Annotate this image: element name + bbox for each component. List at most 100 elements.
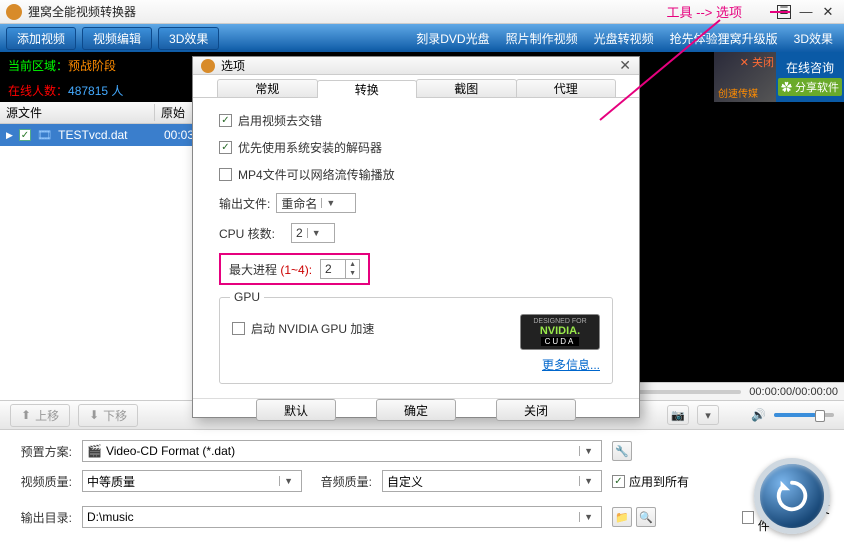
open-folder-icon[interactable]: 🔍 <box>636 507 656 527</box>
banner-image: ✕ 关闭 创速传媒 <box>714 52 776 102</box>
snapshot-dropdown[interactable]: ▾ <box>697 405 719 425</box>
gpu-fieldset: GPU DESIGNED FOR NVIDIA. CUDA 启动 NVIDIA … <box>219 297 613 384</box>
dialog-close-icon[interactable]: ✕ <box>619 57 631 74</box>
chevron-down-icon: ▼ <box>579 512 597 522</box>
vq-label: 视频质量: <box>12 473 72 490</box>
vq-combo[interactable]: 中等质量▼ <box>82 470 302 492</box>
expand-icon: ▶ <box>6 130 13 141</box>
apply-all-checkbox[interactable] <box>612 475 625 488</box>
vcd-icon: 🎬 <box>87 444 102 458</box>
app-logo <box>6 4 22 20</box>
chevron-down-icon: ▼ <box>307 228 321 238</box>
tab-general[interactable]: 常规 <box>217 79 318 97</box>
dialog-logo <box>201 59 215 73</box>
chevron-down-icon: ▼ <box>579 446 597 456</box>
close-dialog-button[interactable]: 关闭 <box>496 399 576 421</box>
move-down-button[interactable]: ⬇下移 <box>78 404 138 427</box>
close-button[interactable]: ✕ <box>818 4 838 20</box>
more-info-link[interactable]: 更多信息... <box>542 356 600 373</box>
mp4-stream-label: MP4文件可以网络流传输播放 <box>238 166 395 183</box>
volume-slider[interactable] <box>774 413 834 417</box>
apply-all-label: 应用到所有 <box>629 473 689 490</box>
settings-panel: 预置方案: 🎬Video-CD Format (*.dat)▼ 🔧 视频质量: … <box>0 430 844 540</box>
fx-button[interactable]: 3D效果 <box>158 27 219 50</box>
consult-label: 在线咨询 <box>786 59 834 76</box>
aq-label: 音频质量: <box>312 473 372 490</box>
volume-icon[interactable]: 🔊 <box>751 408 766 422</box>
tab-convert[interactable]: 转换 <box>317 80 418 98</box>
col-source[interactable]: 源文件 <box>0 104 155 121</box>
banner-cs: 创速传媒 <box>718 85 758 100</box>
minimize-button[interactable]: — <box>796 4 816 20</box>
ok-button[interactable]: 确定 <box>376 399 456 421</box>
gpu-checkbox[interactable] <box>232 322 245 335</box>
dialog-tabs: 常规 转换 截图 代理 <box>193 75 639 98</box>
online-label: 在线人数： <box>8 84 68 98</box>
cuda-badge: DESIGNED FOR NVIDIA. CUDA <box>520 314 600 350</box>
deinterlace-label: 启用视频去交错 <box>238 112 322 129</box>
convert-button[interactable] <box>754 458 830 534</box>
snapshot-button[interactable]: 📷 <box>667 405 689 425</box>
menu-upgrade[interactable]: 抢先体验狸窝升级版 <box>665 30 783 47</box>
dialog-buttons: 默认 确定 关闭 <box>193 398 639 421</box>
gpu-legend: GPU <box>230 290 264 304</box>
share-button[interactable]: ✿ 分享软件 <box>778 78 842 96</box>
up-icon: ⬆ <box>21 408 31 422</box>
spin-up-icon[interactable]: ▲ <box>346 260 359 269</box>
tab-screenshot[interactable]: 截图 <box>416 79 517 97</box>
cpu-cores-label: CPU 核数: <box>219 225 275 242</box>
gpu-label: 启动 NVIDIA GPU 加速 <box>251 320 374 337</box>
film-icon: 🎞 <box>37 128 52 142</box>
preset-combo[interactable]: 🎬Video-CD Format (*.dat)▼ <box>82 440 602 462</box>
down-icon: ⬇ <box>89 408 99 422</box>
options-icon[interactable]: ☰ <box>774 4 794 20</box>
spin-down-icon[interactable]: ▼ <box>346 269 359 278</box>
menu-disc-to-video[interactable]: 光盘转视频 <box>589 30 659 47</box>
add-video-button[interactable]: 添加视频 <box>6 27 76 50</box>
file-checkbox[interactable]: ✓ <box>19 129 31 141</box>
edit-video-button[interactable]: 视频编辑 <box>82 27 152 50</box>
preset-settings-icon[interactable]: 🔧 <box>612 441 632 461</box>
move-up-button[interactable]: ⬆上移 <box>10 404 70 427</box>
file-name: TESTvcd.dat <box>58 128 127 142</box>
max-process-label: 最大进程 <box>229 263 277 277</box>
max-process-highlight: 最大进程 (1~4): 2 ▲▼ <box>219 253 370 285</box>
chevron-down-icon: ▼ <box>279 476 297 486</box>
banner-consult[interactable]: 在线咨询 ✿ 分享软件 <box>776 52 844 102</box>
app-title: 狸窝全能视频转换器 <box>28 3 136 20</box>
merge-checkbox[interactable] <box>742 511 754 524</box>
mp4-stream-checkbox[interactable] <box>219 168 232 181</box>
menu-photo-video[interactable]: 照片制作视频 <box>501 30 583 47</box>
dialog-body: 启用视频去交错 优先使用系统安装的解码器 MP4文件可以网络流传输播放 输出文件… <box>193 98 639 398</box>
system-decoder-label: 优先使用系统安装的解码器 <box>238 139 382 156</box>
menu-burn-dvd[interactable]: 刻录DVD光盘 <box>411 30 494 47</box>
max-process-spinner[interactable]: 2 ▲▼ <box>320 259 360 279</box>
titlebar: 狸窝全能视频转换器 工具 --> 选项 ☰ — ✕ <box>0 0 844 24</box>
menu-3d[interactable]: 3D效果 <box>789 30 838 47</box>
default-button[interactable]: 默认 <box>256 399 336 421</box>
system-decoder-checkbox[interactable] <box>219 141 232 154</box>
column-header: 源文件 原始 <box>0 102 196 124</box>
preset-label: 预置方案: <box>12 443 72 460</box>
chevron-down-icon: ▼ <box>321 198 335 208</box>
file-row[interactable]: ▶ ✓ 🎞 TESTvcd.dat 00:03 <box>0 124 196 146</box>
chevron-down-icon: ▼ <box>579 476 597 486</box>
col-original[interactable]: 原始 <box>155 104 185 121</box>
toolbar: 添加视频 视频编辑 3D效果 刻录DVD光盘 照片制作视频 光盘转视频 抢先体验… <box>0 24 844 52</box>
online-value: 487815 人 <box>68 84 123 98</box>
dialog-title: 选项 <box>221 57 245 74</box>
file-list-pane: 源文件 原始 ▶ ✓ 🎞 TESTvcd.dat 00:03 <box>0 102 197 400</box>
zone-value: 预战阶段 <box>68 59 116 73</box>
banner-close[interactable]: ✕ 关闭 <box>740 54 774 70</box>
output-file-select[interactable]: 重命名▼ <box>276 193 356 213</box>
max-process-range: (1~4): <box>280 263 312 277</box>
browse-folder-icon[interactable]: 📁 <box>612 507 632 527</box>
tab-proxy[interactable]: 代理 <box>516 79 617 97</box>
cpu-cores-select[interactable]: 2▼ <box>291 223 335 243</box>
deinterlace-checkbox[interactable] <box>219 114 232 127</box>
dialog-titlebar: 选项 ✕ <box>193 57 639 75</box>
aq-combo[interactable]: 自定义▼ <box>382 470 602 492</box>
timecode: 00:00:00/00:00:00 <box>749 386 838 398</box>
output-file-label: 输出文件: <box>219 195 270 212</box>
out-combo[interactable]: D:\music▼ <box>82 506 602 528</box>
